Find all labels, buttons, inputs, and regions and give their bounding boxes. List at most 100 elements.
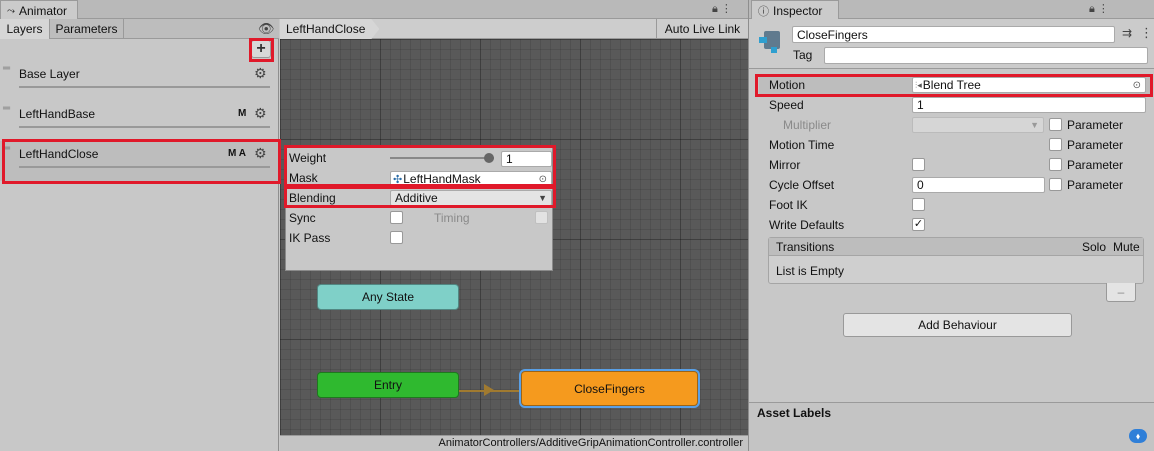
checkmark-icon: ✓ <box>913 218 924 230</box>
plus-icon: + <box>256 40 266 57</box>
mirror-label: Mirror <box>769 158 801 172</box>
transition-arrowhead <box>484 384 494 396</box>
breadcrumb[interactable]: LeftHandClose <box>280 19 379 39</box>
object-picker-icon[interactable]: ⊙ <box>539 174 547 185</box>
tag-label-icon[interactable]: ⬧ <box>1129 429 1147 443</box>
breadcrumb-bar: LeftHandClose Auto Live Link <box>280 19 748 39</box>
mask-label: Mask <box>289 171 318 185</box>
mirror-parameter-checkbox[interactable] <box>1049 158 1062 171</box>
write-defaults-checkbox[interactable]: ✓ <box>912 218 925 231</box>
tab-parameters[interactable]: Parameters <box>50 19 124 39</box>
chevron-down-icon: ▼ <box>538 193 547 203</box>
layer-row-lefthandbase[interactable]: ═ LeftHandBase M ⚙ <box>0 101 279 141</box>
layer-weight-bar <box>19 166 270 168</box>
gear-icon[interactable]: ⚙ <box>254 105 267 122</box>
ik-pass-checkbox[interactable] <box>390 231 403 244</box>
avatar-mask-icon: ✣ <box>393 173 403 186</box>
foot-ik-label: Foot IK <box>769 198 808 212</box>
animator-tab-title: Animator <box>19 4 68 18</box>
weight-slider-handle[interactable] <box>484 153 494 163</box>
parameter-label: Parameter <box>1067 138 1124 152</box>
animator-window-menu[interactable]: 🔒︎⋮ <box>712 2 735 16</box>
kebab-menu-icon[interactable]: ⋮ <box>1098 3 1112 15</box>
state-entry[interactable]: Entry <box>317 372 459 398</box>
asset-labels-section: Asset Labels ⬧ <box>749 402 1154 451</box>
lock-icon[interactable]: 🔒︎ <box>712 3 721 15</box>
add-layer-button[interactable]: + <box>251 40 271 58</box>
layer-settings-popup: Weight 1 Mask ✣ LeftHandMask ⊙ Blending … <box>285 145 553 271</box>
weight-slider[interactable] <box>390 152 494 164</box>
auto-live-link-button[interactable]: Auto Live Link <box>656 19 748 39</box>
cycle-offset-label: Cycle Offset <box>769 178 835 192</box>
animator-window-tab[interactable]: ⤳ Animator <box>0 0 78 19</box>
tab-parameters-label: Parameters <box>55 22 118 36</box>
breadcrumb-label: LeftHandClose <box>286 22 366 36</box>
minus-icon: – <box>1117 285 1125 299</box>
transitions-title: Transitions <box>776 240 835 254</box>
drag-handle-icon[interactable]: ═ <box>3 63 10 74</box>
controller-path-bar: AnimatorControllers/AdditiveGripAnimatio… <box>280 435 748 451</box>
kebab-menu-icon[interactable]: ⋮ <box>1140 25 1153 41</box>
object-name-field[interactable]: CloseFingers <box>792 26 1115 43</box>
transitions-list: Transitions Solo Mute List is Empty <box>768 237 1144 284</box>
weight-label: Weight <box>289 151 327 165</box>
speed-field[interactable]: 1 <box>912 97 1146 113</box>
multiplier-parameter-checkbox[interactable] <box>1049 118 1062 131</box>
info-icon: ⓘ <box>758 6 769 18</box>
parameter-label: Parameter <box>1067 178 1124 192</box>
mask-field[interactable]: ✣ LeftHandMask ⊙ <box>390 171 552 187</box>
inspector-window-tab[interactable]: ⓘ Inspector <box>751 0 839 19</box>
cycle-offset-field[interactable]: 0 <box>912 177 1045 193</box>
chevron-down-icon: ▼ <box>1030 120 1039 130</box>
drag-handle-icon[interactable]: ═ <box>3 103 10 114</box>
cycle-offset-value: 0 <box>917 178 924 192</box>
tag-field[interactable] <box>824 47 1148 64</box>
drag-handle-icon[interactable]: ═ <box>3 143 10 154</box>
cycle-offset-parameter-checkbox[interactable] <box>1049 178 1062 191</box>
ik-pass-label: IK Pass <box>289 231 331 245</box>
blending-label: Blending <box>289 191 336 205</box>
lock-icon[interactable]: 🔒︎ <box>1089 3 1098 15</box>
motion-time-parameter-checkbox[interactable] <box>1049 138 1062 151</box>
settings-sliders-icon[interactable]: ⇉ <box>1122 26 1132 40</box>
layer-row-lefthandclose[interactable]: ═ LeftHandClose M A ⚙ <box>0 141 279 181</box>
inspector-window-menu[interactable]: 🔒︎⋮ <box>1089 2 1112 16</box>
tag-label: Tag <box>793 48 813 62</box>
state-any-state[interactable]: Any State <box>317 284 459 310</box>
add-behaviour-label: Add Behaviour <box>918 318 997 332</box>
inspector-tab-title: Inspector <box>773 4 823 18</box>
blending-dropdown[interactable]: Additive ▼ <box>390 190 552 206</box>
transitions-header: Transitions Solo Mute <box>769 238 1143 256</box>
gear-icon[interactable]: ⚙ <box>254 65 267 82</box>
state-label: CloseFingers <box>574 381 645 396</box>
parameter-label: Parameter <box>1067 158 1124 172</box>
layers-panel: Layers Parameters 👁︎ + ═ Base Layer ⚙ ═ … <box>0 19 279 451</box>
state-closefingers[interactable]: CloseFingers <box>521 371 698 406</box>
state-label: Any State <box>361 290 415 304</box>
add-behaviour-button[interactable]: Add Behaviour <box>843 313 1072 337</box>
layer-row-base[interactable]: ═ Base Layer ⚙ <box>0 61 279 101</box>
layer-badges: M A <box>228 148 246 159</box>
object-picker-icon[interactable]: ⊙ <box>1133 80 1141 91</box>
mirror-checkbox[interactable] <box>912 158 925 171</box>
sync-label: Sync <box>289 211 316 225</box>
motion-time-label: Motion Time <box>769 138 835 152</box>
auto-live-link-label: Auto Live Link <box>664 22 741 36</box>
foot-ik-checkbox[interactable] <box>912 198 925 211</box>
gear-icon[interactable]: ⚙ <box>254 145 267 162</box>
eye-icon[interactable]: 👁︎ <box>258 21 275 37</box>
remove-transition-button[interactable]: – <box>1106 283 1136 302</box>
sync-checkbox[interactable] <box>390 211 403 224</box>
tab-layers[interactable]: Layers <box>0 19 50 39</box>
layer-name: LeftHandClose <box>19 147 99 161</box>
object-header: CloseFingers ⇉ ⋮ Tag <box>749 19 1154 69</box>
layer-badges: M <box>238 108 247 119</box>
speed-label: Speed <box>769 98 804 112</box>
layer-weight-bar <box>19 86 270 88</box>
layers-tab-bar: Layers Parameters 👁︎ <box>0 19 279 39</box>
mute-column: Mute <box>1113 240 1140 254</box>
weight-field[interactable]: 1 <box>501 151 552 167</box>
motion-field[interactable]: ⫶◂ Blend Tree ⊙ <box>912 77 1146 93</box>
kebab-menu-icon[interactable]: ⋮ <box>721 3 735 15</box>
inspector-window: ⓘ Inspector 🔒︎⋮ CloseFingers ⇉ ⋮ Tag Mot… <box>748 0 1154 451</box>
